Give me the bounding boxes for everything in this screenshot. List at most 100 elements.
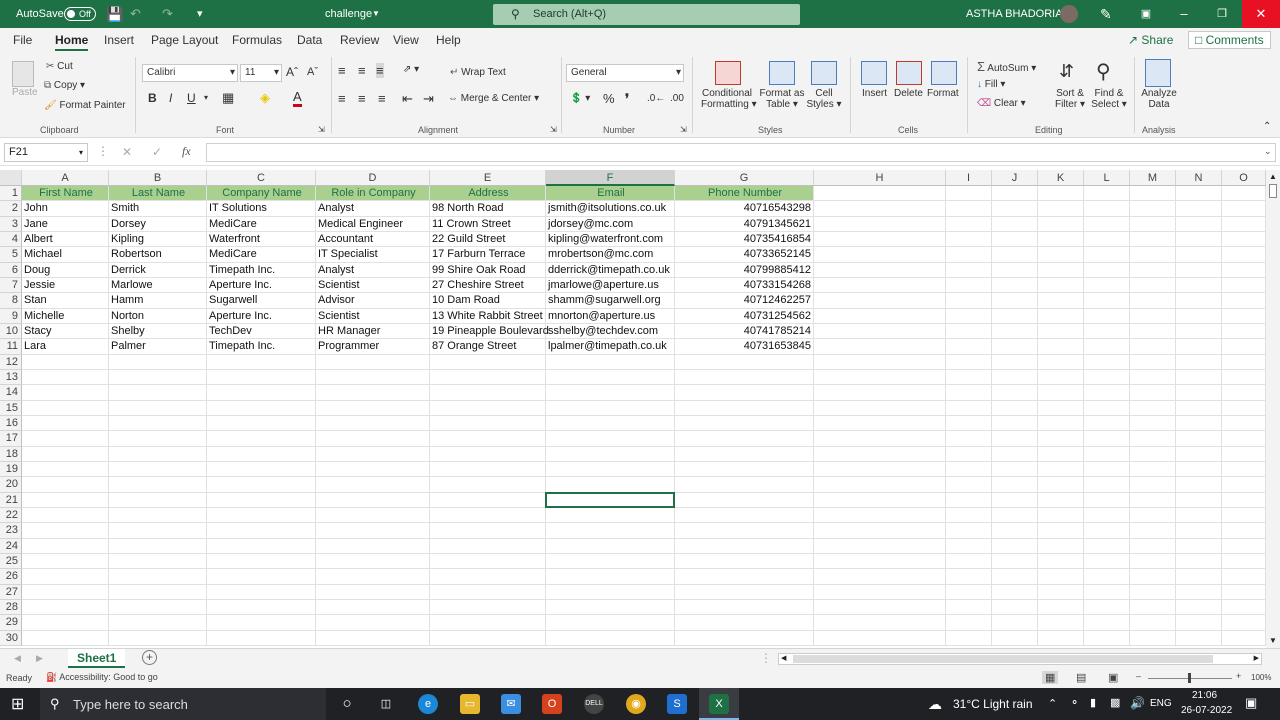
cell-J26[interactable] <box>992 569 1038 585</box>
fill-button[interactable]: ↓ Fill ▾ <box>977 79 1005 90</box>
scroll-up-icon[interactable]: ▲ <box>1269 172 1277 181</box>
cell-K17[interactable] <box>1038 431 1084 447</box>
cell-C13[interactable] <box>207 369 316 386</box>
cell-C24[interactable] <box>207 538 316 554</box>
cell-N4[interactable] <box>1176 231 1222 248</box>
cell-I5[interactable] <box>946 247 992 263</box>
cell-B11[interactable]: Palmer <box>109 339 207 355</box>
cell-J13[interactable] <box>992 369 1038 386</box>
cell-L12[interactable] <box>1084 354 1130 370</box>
cell-A24[interactable] <box>22 538 109 554</box>
cell-C28[interactable] <box>207 599 316 616</box>
decrease-font-icon[interactable]: Aˇ <box>307 66 318 78</box>
page-break-view-icon[interactable]: ▣ <box>1108 671 1118 684</box>
align-center-icon[interactable]: ≡ <box>358 91 366 106</box>
align-top-icon[interactable]: ≡ <box>338 63 346 78</box>
search-box[interactable]: ⚲ Search (Alt+Q) <box>493 4 800 25</box>
scroll-left-icon[interactable]: ◀ <box>781 654 786 662</box>
cell-F20[interactable] <box>546 477 675 493</box>
cell-A29[interactable] <box>22 615 109 631</box>
cell-N12[interactable] <box>1176 354 1222 370</box>
cell-K21[interactable] <box>1038 492 1084 508</box>
italic-icon[interactable]: I <box>169 91 172 105</box>
dialog-launcher-icon[interactable]: ⇲ <box>318 125 325 134</box>
dell-icon[interactable]: DELL <box>584 694 604 714</box>
cell-E18[interactable] <box>430 446 546 462</box>
cell-J9[interactable] <box>992 308 1038 324</box>
redo-icon[interactable]: ↷ <box>162 0 173 28</box>
zoom-level[interactable]: 100% <box>1251 673 1271 682</box>
sort-filter-icon[interactable]: ⇵ <box>1059 61 1074 82</box>
cell-N17[interactable] <box>1176 431 1222 447</box>
increase-decimal-icon[interactable]: .0← <box>647 93 665 104</box>
align-middle-icon[interactable]: ≡ <box>358 63 366 78</box>
cell-C10[interactable]: TechDev <box>207 323 316 340</box>
cell-N22[interactable] <box>1176 507 1222 524</box>
cell-C3[interactable]: MediCare <box>207 216 316 232</box>
cell-D20[interactable] <box>316 477 430 493</box>
column-header-F[interactable]: F <box>546 170 675 186</box>
cell-K22[interactable] <box>1038 507 1084 524</box>
scroll-right-icon[interactable]: ▶ <box>1254 654 1259 662</box>
tab-insert[interactable]: Insert <box>104 33 134 47</box>
cell-H17[interactable] <box>814 431 946 447</box>
cell-D28[interactable] <box>316 599 430 616</box>
cell-G17[interactable] <box>675 431 814 447</box>
cell-D26[interactable] <box>316 569 430 585</box>
edge-icon[interactable]: e <box>418 694 438 714</box>
decrease-indent-icon[interactable]: ⇤ <box>402 91 413 107</box>
cell-J22[interactable] <box>992 507 1038 524</box>
cell-O28[interactable] <box>1222 599 1266 616</box>
row-header-8[interactable]: 8 <box>0 293 22 309</box>
cell-M18[interactable] <box>1130 446 1176 462</box>
cell-J14[interactable] <box>992 385 1038 401</box>
prev-sheet-icon[interactable]: ◀ <box>14 653 21 664</box>
cell-H4[interactable] <box>814 231 946 248</box>
cell-M2[interactable] <box>1130 201 1176 217</box>
cell-I9[interactable] <box>946 308 992 324</box>
cell-E30[interactable] <box>430 630 546 646</box>
cell-L11[interactable] <box>1084 339 1130 355</box>
cell-M19[interactable] <box>1130 461 1176 478</box>
cell-H8[interactable] <box>814 293 946 309</box>
cell-F15[interactable] <box>546 400 675 416</box>
cell-H29[interactable] <box>814 615 946 631</box>
cell-K9[interactable] <box>1038 308 1084 324</box>
row-header-20[interactable]: 20 <box>0 477 22 493</box>
cell-M29[interactable] <box>1130 615 1176 631</box>
column-header-D[interactable]: D <box>316 170 430 186</box>
cell-O24[interactable] <box>1222 538 1266 554</box>
cell-C9[interactable]: Aperture Inc. <box>207 308 316 324</box>
task-view-icon[interactable]: ◫ <box>376 694 396 714</box>
row-header-2[interactable]: 2 <box>0 201 22 217</box>
cell-O4[interactable] <box>1222 231 1266 248</box>
cell-L22[interactable] <box>1084 507 1130 524</box>
sort-filter-button[interactable]: Sort & Filter ▾ <box>1052 88 1088 110</box>
cell-F6[interactable]: dderrick@timepath.co.uk <box>546 262 675 278</box>
cell-N24[interactable] <box>1176 538 1222 554</box>
cell-L23[interactable] <box>1084 523 1130 539</box>
cell-F19[interactable] <box>546 461 675 478</box>
cell-H16[interactable] <box>814 415 946 432</box>
show-hidden-icon[interactable]: ⌃ <box>1048 697 1057 710</box>
cell-B8[interactable]: Hamm <box>109 293 207 309</box>
cell-O5[interactable] <box>1222 247 1266 263</box>
conditional-formatting-icon[interactable] <box>715 61 741 85</box>
collapse-ribbon-icon[interactable]: ⌃ <box>1263 121 1271 132</box>
cell-I27[interactable] <box>946 584 992 600</box>
cell-J17[interactable] <box>992 431 1038 447</box>
cell-I4[interactable] <box>946 231 992 248</box>
cell-L19[interactable] <box>1084 461 1130 478</box>
number-format-select[interactable]: General ▾ <box>566 64 684 82</box>
network-icon[interactable]: ⚬ <box>1070 696 1079 709</box>
cell-A18[interactable] <box>22 446 109 462</box>
cell-F4[interactable]: kipling@waterfront.com <box>546 231 675 248</box>
cell-E4[interactable]: 22 Guild Street <box>430 231 546 248</box>
cell-I18[interactable] <box>946 446 992 462</box>
tab-file[interactable]: File <box>13 33 32 47</box>
copy-button[interactable]: ⧉ Copy ▾ <box>44 80 85 91</box>
row-header-5[interactable]: 5 <box>0 247 22 263</box>
row-header-26[interactable]: 26 <box>0 569 22 585</box>
tab-data[interactable]: Data <box>297 33 322 47</box>
cell-M10[interactable] <box>1130 323 1176 340</box>
